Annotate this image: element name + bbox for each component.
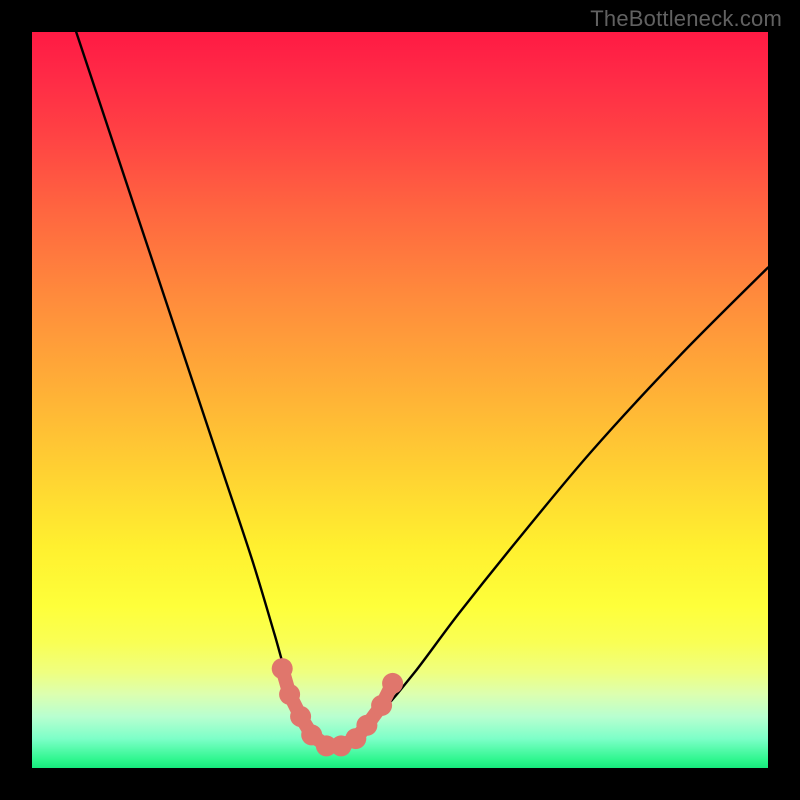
marker-dot [382, 673, 403, 694]
marker-dot [371, 695, 392, 716]
marker-dot [356, 715, 377, 736]
marker-dot [279, 684, 300, 705]
watermark-text: TheBottleneck.com [590, 6, 782, 32]
plot-area [32, 32, 768, 768]
curve-layer [32, 32, 768, 768]
marker-dot [290, 706, 311, 727]
bottleneck-curve [76, 32, 768, 747]
chart-frame: TheBottleneck.com [0, 0, 800, 800]
marker-dot [272, 658, 293, 679]
